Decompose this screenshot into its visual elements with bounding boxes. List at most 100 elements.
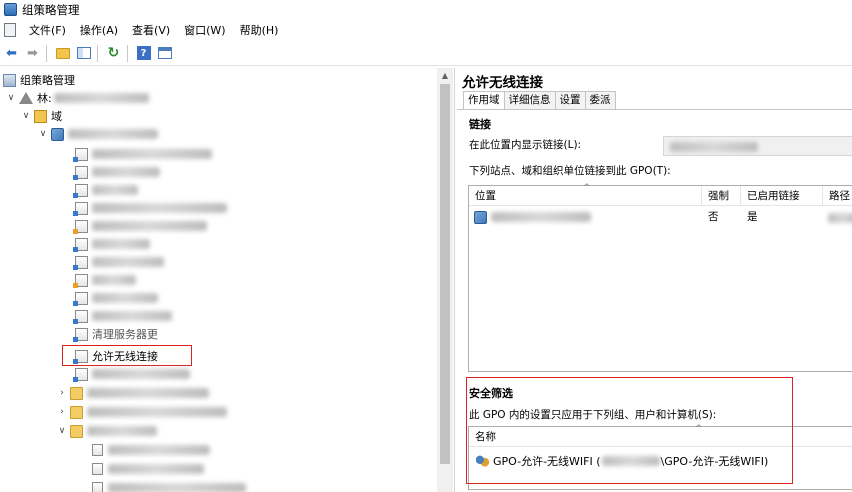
tree-gpo-link[interactable] — [73, 217, 207, 235]
tree-gpo-link[interactable] — [92, 479, 246, 492]
tree-domains[interactable]: ∨ 域 — [21, 107, 62, 125]
gpo-link-icon — [92, 444, 103, 456]
tree-gpo-link[interactable] — [73, 365, 190, 383]
document-icon[interactable] — [4, 23, 16, 37]
redacted-text — [828, 213, 852, 223]
back-arrow-icon[interactable]: ⬅ — [2, 44, 21, 63]
tree-domain[interactable]: ∨ — [38, 125, 158, 143]
redacted-text — [670, 142, 758, 152]
properties-icon[interactable] — [155, 44, 174, 63]
tree-ou[interactable]: › — [57, 384, 209, 402]
col-location[interactable]: 位置 — [469, 186, 702, 206]
links-header: ^ 位置 强制 已启用链接 路径 — [469, 183, 852, 206]
tree-gpo-link[interactable] — [73, 163, 160, 181]
gpo-link-icon — [73, 273, 88, 288]
ou-folder-icon — [70, 405, 83, 419]
display-links-dropdown[interactable] — [663, 136, 852, 156]
toolbar-separator — [46, 44, 47, 62]
gpo-title: 允许无线连接 — [462, 75, 543, 91]
col-enforced[interactable]: 强制 — [702, 186, 741, 206]
domains-folder-icon — [34, 109, 47, 123]
chevron-down-icon[interactable]: ∨ — [6, 93, 16, 103]
redacted-text — [92, 293, 158, 303]
domains-label: 域 — [51, 110, 62, 123]
tree-gpo-link[interactable] — [73, 199, 227, 217]
tree-root-label: 组策略管理 — [20, 74, 75, 87]
menu-window[interactable]: 窗口(W) — [177, 22, 232, 38]
console-tree: 组策略管理 ∨ 林: ∨ 域 ∨ 清理服务器更 允许无线连接 › › ∨ ▲ — [0, 68, 455, 492]
chevron-right-icon[interactable]: › — [57, 407, 67, 417]
redacted-text — [92, 369, 190, 379]
tree-gpo-link[interactable] — [73, 253, 164, 271]
tree-gpo-link[interactable] — [73, 271, 136, 289]
gpo-link-icon — [73, 237, 88, 252]
tree-root[interactable]: 组策略管理 — [3, 71, 75, 89]
menu-view[interactable]: 查看(V) — [125, 22, 177, 38]
gpo-link-icon — [73, 309, 88, 324]
redacted-text — [92, 185, 138, 195]
security-filtering-highlight — [466, 377, 793, 484]
redacted-text — [92, 149, 212, 159]
gpo-link-icon — [92, 482, 103, 492]
gpmc-app-icon — [4, 3, 17, 16]
links-listview[interactable]: ^ 位置 强制 已启用链接 路径 否 是 — [468, 183, 852, 372]
menu-file[interactable]: 文件(F) — [22, 22, 73, 38]
tree-ou[interactable]: ∨ — [57, 422, 157, 440]
redacted-text — [92, 257, 164, 267]
domain-icon — [51, 127, 64, 141]
highlight-box — [62, 345, 192, 366]
up-folder-icon[interactable] — [53, 44, 72, 63]
ou-folder-icon — [70, 386, 83, 400]
redacted-text — [68, 129, 158, 139]
tree-gpo-link[interactable] — [73, 235, 150, 253]
chevron-down-icon[interactable]: ∨ — [21, 111, 31, 121]
scroll-up-icon[interactable]: ▲ — [437, 71, 453, 80]
col-path[interactable]: 路径 — [823, 186, 852, 206]
tree-gpo-link[interactable] — [73, 181, 138, 199]
redacted-text — [491, 212, 591, 222]
scroll-thumb[interactable] — [440, 84, 450, 464]
tree-gpo-link[interactable] — [73, 145, 212, 163]
tab-delegation[interactable]: 委派 — [584, 91, 616, 109]
chevron-right-icon[interactable]: › — [57, 388, 67, 398]
chevron-down-icon[interactable]: ∨ — [38, 129, 48, 139]
gpo-link-icon — [73, 147, 88, 162]
tree-gpo-link[interactable]: 清理服务器更 — [73, 325, 158, 343]
gpo-link-icon — [73, 219, 88, 234]
tree-gpo-link[interactable] — [73, 307, 172, 325]
gpo-link-icon — [73, 165, 88, 180]
col-link-enabled[interactable]: 已启用链接 — [741, 186, 823, 206]
gpo-link-icon — [73, 255, 88, 270]
show-hide-tree-icon[interactable] — [74, 44, 93, 63]
redacted-text — [108, 483, 246, 492]
toolbar-separator — [127, 44, 128, 62]
gpo-partial-label: 清理服务器更 — [92, 328, 158, 341]
tree-gpo-link[interactable] — [92, 460, 204, 478]
links-row[interactable] — [474, 208, 591, 226]
cell-link-enabled: 是 — [747, 211, 758, 223]
refresh-icon[interactable]: ↻ — [104, 44, 123, 63]
tab-settings[interactable]: 设置 — [554, 91, 586, 109]
redacted-text — [87, 407, 227, 417]
menu-help[interactable]: 帮助(H) — [233, 22, 286, 38]
forward-arrow-icon[interactable]: ➡ — [23, 44, 42, 63]
tree-ou[interactable]: › — [57, 403, 227, 421]
forest-label: 林: — [37, 92, 52, 105]
tree-scrollbar[interactable]: ▲ — [437, 68, 453, 492]
tree-gpo-link[interactable] — [92, 441, 210, 459]
redacted-text — [108, 445, 210, 455]
tree-forest[interactable]: ∨ 林: — [6, 89, 149, 107]
toolbar: ⬅ ➡ ↻ ? — [0, 41, 852, 66]
help-icon[interactable]: ? — [134, 44, 153, 63]
chevron-down-icon[interactable]: ∨ — [57, 426, 67, 436]
gpo-link-icon — [73, 327, 88, 342]
window-title: 组策略管理 — [22, 2, 80, 17]
redacted-text — [92, 167, 160, 177]
redacted-text — [92, 275, 136, 285]
cell-enforced: 否 — [708, 211, 719, 223]
menu-action[interactable]: 操作(A) — [73, 22, 125, 38]
tab-details[interactable]: 详细信息 — [503, 91, 556, 109]
tree-gpo-link[interactable] — [73, 289, 158, 307]
tab-scope[interactable]: 作用域 — [463, 91, 505, 110]
redacted-text — [87, 426, 157, 436]
